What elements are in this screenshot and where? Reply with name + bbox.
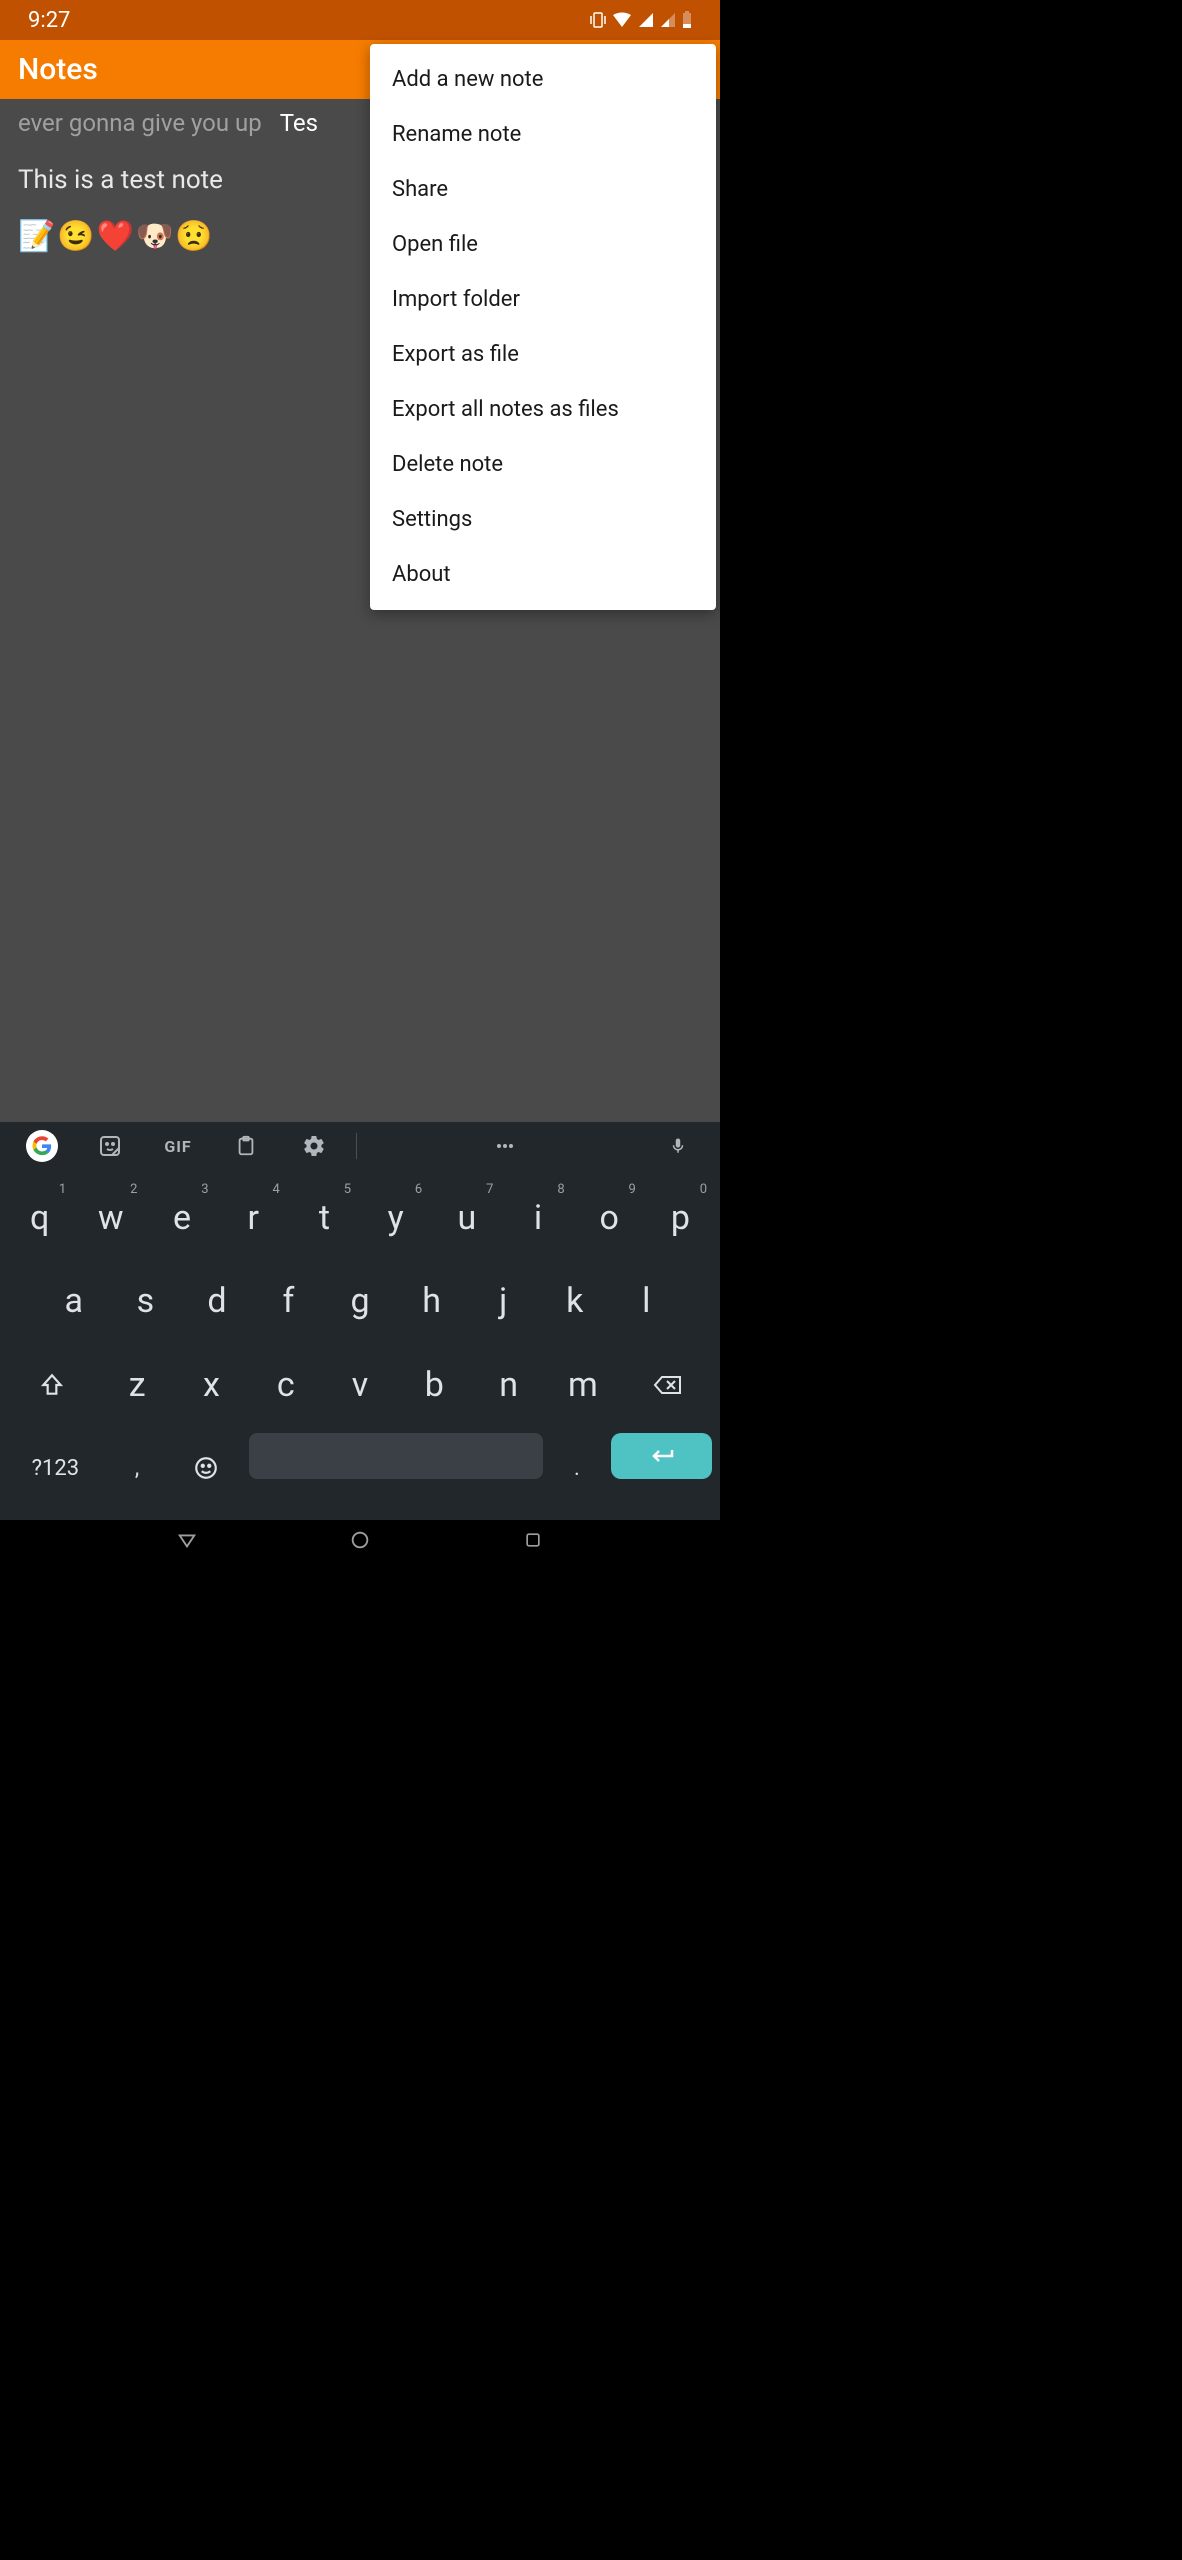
key-h[interactable]: h	[397, 1263, 467, 1341]
soft-keyboard: GIF 1q 2w 3e 4r 5t 6y	[0, 1122, 720, 1520]
key-r[interactable]: 4r	[219, 1179, 288, 1257]
tab-active[interactable]: Tes	[280, 109, 318, 137]
key-j[interactable]: j	[468, 1263, 538, 1341]
keyboard-row-1: 1q 2w 3e 4r 5t 6y 7u 8i 9o 0p	[4, 1176, 716, 1260]
key-emoji[interactable]	[168, 1430, 244, 1508]
clipboard-icon[interactable]	[214, 1126, 278, 1166]
key-a[interactable]: a	[39, 1263, 109, 1341]
key-l[interactable]: l	[612, 1263, 682, 1341]
wifi-icon	[612, 12, 632, 28]
key-space[interactable]	[249, 1433, 543, 1479]
battery-icon	[682, 11, 692, 29]
menu-share[interactable]: Share	[370, 162, 716, 217]
key-v[interactable]: v	[324, 1346, 396, 1424]
key-z[interactable]: z	[101, 1346, 173, 1424]
key-p[interactable]: 0p	[646, 1179, 715, 1257]
key-u[interactable]: 7u	[432, 1179, 501, 1257]
keyboard-row-4: ?123 , .	[4, 1427, 716, 1511]
vibrate-icon	[590, 11, 606, 29]
key-shift[interactable]	[5, 1346, 99, 1424]
menu-settings[interactable]: Settings	[370, 492, 716, 547]
keyboard-row-2: a s d f g h j k l	[4, 1260, 716, 1344]
key-period[interactable]: .	[548, 1430, 607, 1508]
key-q[interactable]: 1q	[5, 1179, 74, 1257]
menu-about[interactable]: About	[370, 547, 716, 602]
signal-full-icon	[638, 12, 654, 28]
keyboard-toolbar: GIF	[0, 1122, 720, 1170]
gear-icon[interactable]	[282, 1126, 346, 1166]
sticker-icon[interactable]	[78, 1126, 142, 1166]
nav-home[interactable]	[340, 1520, 380, 1560]
key-c[interactable]: c	[250, 1346, 322, 1424]
keyboard-row-3: z x c v b n m	[4, 1343, 716, 1427]
menu-delete-note[interactable]: Delete note	[370, 437, 716, 492]
google-icon[interactable]	[10, 1126, 74, 1166]
key-f[interactable]: f	[254, 1263, 324, 1341]
key-w[interactable]: 2w	[76, 1179, 145, 1257]
key-e[interactable]: 3e	[147, 1179, 216, 1257]
key-comma[interactable]: ,	[108, 1430, 167, 1508]
signal-partial-icon	[660, 12, 676, 28]
key-d[interactable]: d	[182, 1263, 252, 1341]
status-bar: 9:27	[0, 0, 720, 40]
key-g[interactable]: g	[325, 1263, 395, 1341]
clock-text: 9:27	[28, 8, 70, 33]
menu-add-new-note[interactable]: Add a new note	[370, 52, 716, 107]
nav-recent[interactable]	[513, 1520, 553, 1560]
app-title: Notes	[18, 52, 98, 87]
menu-rename-note[interactable]: Rename note	[370, 107, 716, 162]
toolbar-divider	[356, 1133, 357, 1159]
status-icons	[590, 11, 692, 29]
key-backspace[interactable]	[621, 1346, 715, 1424]
key-enter[interactable]	[611, 1433, 712, 1479]
menu-export-as-file[interactable]: Export as file	[370, 327, 716, 382]
key-y[interactable]: 6y	[361, 1179, 430, 1257]
key-s[interactable]: s	[111, 1263, 181, 1341]
menu-export-all-notes[interactable]: Export all notes as files	[370, 382, 716, 437]
system-nav-bar	[0, 1520, 720, 1560]
menu-import-folder[interactable]: Import folder	[370, 272, 716, 327]
key-symbols[interactable]: ?123	[5, 1430, 106, 1508]
nav-back[interactable]	[167, 1520, 207, 1560]
tab-inactive[interactable]: ever gonna give you up	[18, 109, 262, 137]
key-k[interactable]: k	[540, 1263, 610, 1341]
more-icon[interactable]	[367, 1126, 642, 1166]
mic-icon[interactable]	[646, 1126, 710, 1166]
overflow-menu: Add a new note Rename note Share Open fi…	[370, 44, 716, 610]
gif-button[interactable]: GIF	[146, 1126, 210, 1166]
key-b[interactable]: b	[398, 1346, 470, 1424]
key-o[interactable]: 9o	[575, 1179, 644, 1257]
key-t[interactable]: 5t	[290, 1179, 359, 1257]
key-x[interactable]: x	[175, 1346, 247, 1424]
key-m[interactable]: m	[547, 1346, 619, 1424]
key-n[interactable]: n	[472, 1346, 544, 1424]
key-i[interactable]: 8i	[503, 1179, 572, 1257]
menu-open-file[interactable]: Open file	[370, 217, 716, 272]
